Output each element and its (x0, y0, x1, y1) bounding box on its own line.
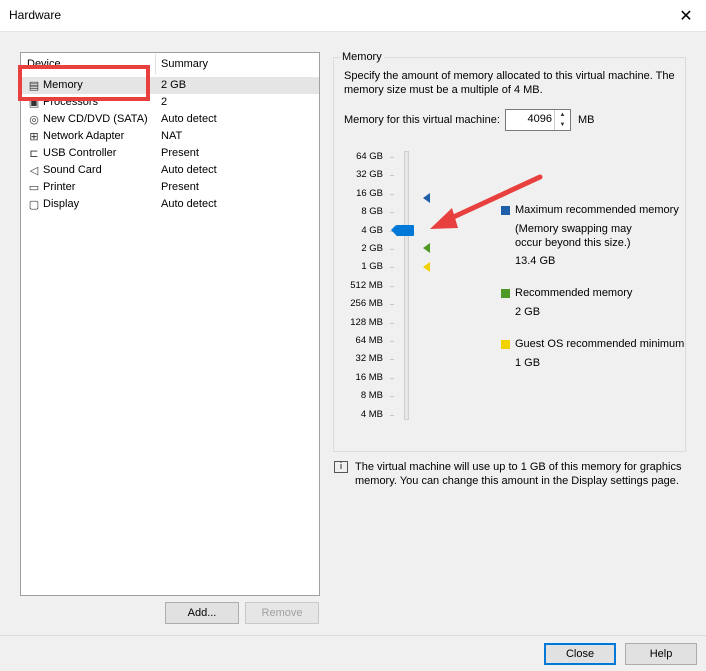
speaker-icon: ◁ (29, 164, 39, 177)
device-name: New CD/DVD (SATA) (43, 113, 148, 125)
scale-tick-label: 256 MB (350, 298, 383, 310)
remove-button[interactable]: Remove (245, 602, 319, 624)
close-window-button[interactable]: ✕ (666, 0, 706, 32)
recommended-label: Recommended memory (515, 287, 633, 299)
recommended-value: 2 GB (515, 306, 541, 318)
memory-slider-track[interactable] (404, 151, 409, 420)
device-summary: NAT (161, 130, 183, 142)
scale-tick-label: 2 GB (361, 243, 383, 254)
memory-group-label: Memory (340, 51, 384, 63)
recommended-marker (423, 243, 430, 253)
graphics-memory-info: The virtual machine will use up to 1 GB … (355, 461, 682, 487)
device-summary: Auto detect (161, 198, 217, 210)
max-recommended-marker (423, 193, 430, 203)
scale-tick-mark (390, 249, 394, 250)
printer-icon: ▭ (28, 181, 40, 194)
device-list: Device Summary ▤ Memory 2 GB ▣ Processor… (20, 52, 320, 596)
max-recommended-swatch (501, 206, 510, 215)
device-name: Sound Card (43, 164, 102, 176)
device-row-sound-card[interactable]: ◁ Sound Card Auto detect (21, 162, 319, 179)
device-row-usb-controller[interactable]: ⊏ USB Controller Present (21, 145, 319, 162)
spin-down-icon[interactable]: ▼ (555, 120, 570, 130)
scale-tick-mark (390, 212, 394, 214)
title-bar: Hardware ✕ (0, 0, 706, 32)
recommended-swatch (501, 289, 510, 298)
close-button[interactable]: Close (544, 643, 616, 665)
guest-min-marker (423, 262, 430, 272)
scale-tick-mark (390, 414, 394, 416)
device-name: Network Adapter (43, 130, 125, 142)
scale-tick-mark (390, 193, 394, 195)
network-adapter-icon: ⊞ (29, 130, 39, 143)
device-summary: Present (161, 181, 199, 193)
scale-tick-mark (390, 359, 394, 361)
column-divider (155, 54, 156, 74)
window-title: Hardware (9, 8, 62, 22)
memory-spin-arrows[interactable]: ▲ ▼ (554, 110, 570, 130)
monitor-icon: ▢ (28, 198, 40, 211)
info-icon: i (334, 461, 348, 473)
scale-tick-label: 4 GB (361, 224, 383, 236)
device-summary: Auto detect (161, 164, 217, 176)
scale-tick-label: 1 GB (361, 261, 383, 273)
usb-icon: ⊏ (29, 147, 39, 160)
device-summary: Present (161, 147, 199, 159)
device-summary: 2 GB (161, 79, 187, 91)
device-summary: 2 (161, 96, 168, 108)
scale-tick-mark (390, 285, 394, 287)
close-icon: ✕ (679, 8, 693, 25)
scale-tick-label: 128 MB (350, 316, 383, 328)
device-name: USB Controller (43, 147, 117, 159)
scale-tick-label: 16 GB (356, 187, 383, 199)
scale-tick-label: 64 GB (356, 151, 383, 162)
guest-min-label: Guest OS recommended minimum (515, 338, 685, 350)
scale-tick-label: 4 MB (360, 408, 383, 420)
scale-tick-mark (390, 175, 394, 177)
scale-tick-label: 8 GB (361, 206, 383, 218)
memory-slider-thumb[interactable] (391, 225, 414, 236)
device-name: Display (43, 198, 80, 210)
annotation-highlight-box (18, 65, 150, 101)
help-button[interactable]: Help (625, 643, 697, 665)
memory-field-label: Memory for this virtual machine: (344, 114, 500, 126)
memory-value[interactable]: 4096 (506, 113, 552, 125)
scale-tick-label: 8 MB (360, 390, 383, 402)
scale-tick-label: 32 GB (356, 169, 383, 181)
scale-tick-label: 32 MB (355, 353, 383, 365)
memory-description: Specify the amount of memory allocated t… (344, 70, 675, 96)
device-row-printer[interactable]: ▭ Printer Present (21, 179, 319, 196)
memory-unit-label: MB (578, 114, 595, 126)
scale-tick-mark (390, 322, 394, 324)
scale-tick-mark (390, 377, 394, 379)
memory-spinbox[interactable]: 4096 ▲ ▼ (505, 109, 571, 131)
scale-tick-label: 16 MB (355, 371, 383, 383)
device-summary: Auto detect (161, 113, 217, 125)
guest-min-value: 1 GB (515, 357, 541, 369)
scale-tick-label: 64 MB (355, 335, 383, 346)
device-row-display[interactable]: ▢ Display Auto detect (21, 196, 319, 213)
max-recommended-label: Maximum recommended memory (515, 204, 679, 216)
scale-tick-label: 512 MB (350, 279, 383, 291)
max-recommended-value: 13.4 GB (515, 255, 556, 267)
scale-tick-mark (390, 267, 394, 269)
guest-min-swatch (501, 340, 510, 349)
scale-tick-mark (390, 396, 394, 398)
device-row-cd-dvd[interactable]: ◎ New CD/DVD (SATA) Auto detect (21, 111, 319, 128)
device-name: Printer (43, 181, 76, 193)
device-row-network-adapter[interactable]: ⊞ Network Adapter NAT (21, 128, 319, 145)
max-recommended-note: (Memory swapping may occur beyond this s… (515, 223, 632, 249)
column-header-summary[interactable]: Summary (161, 58, 208, 70)
scale-tick-mark (390, 341, 394, 342)
spin-up-icon[interactable]: ▲ (555, 110, 570, 120)
scale-tick-mark (390, 157, 394, 158)
cd-dvd-icon: ◎ (29, 113, 39, 126)
scale-tick-mark (390, 304, 394, 306)
add-button[interactable]: Add... (165, 602, 239, 624)
